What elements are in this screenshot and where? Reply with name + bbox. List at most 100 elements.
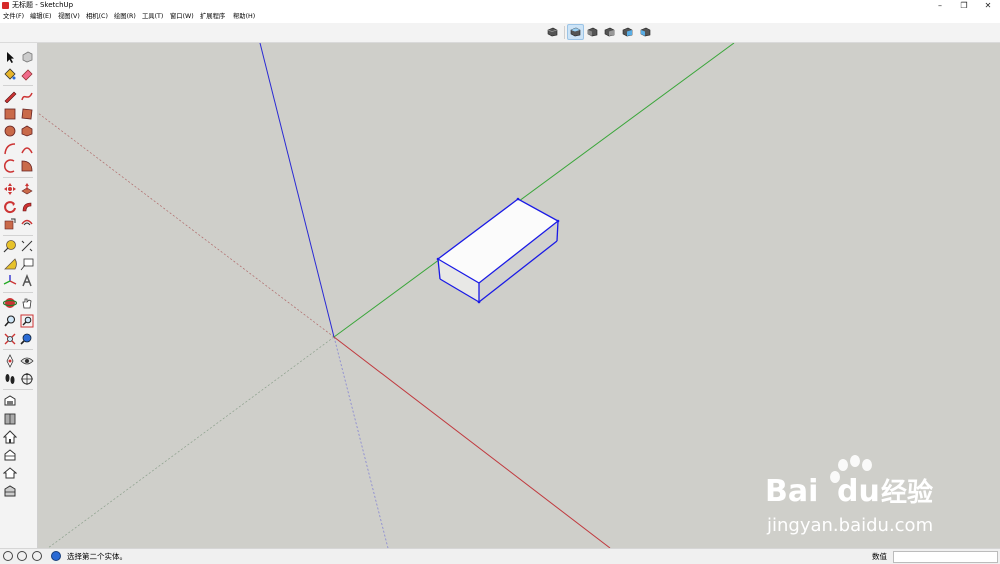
three-point-arc-icon xyxy=(4,159,15,173)
three-point-arc-tool[interactable] xyxy=(3,159,17,173)
protractor-tool[interactable] xyxy=(3,257,17,271)
polygon-tool[interactable] xyxy=(20,124,34,138)
offset-tool[interactable] xyxy=(20,217,34,231)
sandbox-tool[interactable] xyxy=(3,466,17,480)
red-axis xyxy=(333,336,611,548)
measurements-input[interactable] xyxy=(893,551,998,563)
top-view-button[interactable] xyxy=(567,24,584,40)
tape-measure-icon xyxy=(3,240,16,253)
credits-icon[interactable] xyxy=(17,551,27,561)
move-tool[interactable] xyxy=(3,182,17,196)
layer-out-icon xyxy=(4,485,16,497)
help-info-icon[interactable] xyxy=(51,551,61,561)
menu-draw[interactable]: 绘图(R) xyxy=(114,12,136,22)
dimension-tool[interactable] xyxy=(20,239,34,253)
pie-icon xyxy=(21,160,33,172)
menu-help[interactable]: 帮助(H) xyxy=(233,12,255,22)
iso-view-button[interactable] xyxy=(545,25,560,39)
rotated-rectangle-tool[interactable] xyxy=(20,107,34,121)
menu-extensions[interactable]: 扩展程序 xyxy=(200,12,225,22)
push-pull-tool[interactable] xyxy=(20,182,34,196)
pan-tool[interactable] xyxy=(20,296,34,310)
axes-tool[interactable] xyxy=(3,274,17,288)
green-axis xyxy=(333,43,735,338)
component-upload-tool[interactable] xyxy=(3,448,17,462)
freehand-icon xyxy=(21,92,33,101)
back-view-button[interactable] xyxy=(620,25,635,39)
rectangle-tool[interactable] xyxy=(3,107,17,121)
user-account-icon[interactable] xyxy=(32,551,42,561)
tape-measure-tool[interactable] xyxy=(3,239,17,253)
layer-out-tool[interactable] xyxy=(3,484,17,498)
magnifier-icon xyxy=(4,315,16,327)
selected-box[interactable] xyxy=(436,197,560,304)
views-toolbar xyxy=(0,23,1000,43)
text-tool[interactable] xyxy=(20,257,34,271)
zoom-window-icon xyxy=(20,314,34,328)
scale-tool[interactable] xyxy=(3,217,17,231)
eraser-tool[interactable] xyxy=(20,67,34,81)
red-axis-negative xyxy=(38,112,335,338)
menu-file[interactable]: 文件(F) xyxy=(3,12,24,22)
arc-icon xyxy=(4,143,16,155)
palette-separator xyxy=(3,349,33,350)
blue-axis xyxy=(259,43,335,338)
paint-bucket-tool[interactable] xyxy=(3,67,17,81)
circle-tool[interactable] xyxy=(3,124,17,138)
front-view-button[interactable] xyxy=(585,25,600,39)
close-button[interactable]: ✕ xyxy=(976,0,1000,11)
3d-text-tool[interactable] xyxy=(20,274,34,288)
freehand-tool[interactable] xyxy=(20,89,34,103)
position-camera-tool[interactable] xyxy=(3,354,17,368)
select-tool[interactable] xyxy=(3,50,17,64)
extension-warehouse-tool[interactable] xyxy=(3,412,17,426)
zoom-tool[interactable] xyxy=(3,314,17,328)
component-tool[interactable] xyxy=(20,50,34,64)
sandbox-icon xyxy=(3,467,17,479)
arrow-cursor-icon xyxy=(7,52,14,63)
restore-button[interactable]: ❐ xyxy=(952,0,976,11)
warehouse-tool[interactable] xyxy=(3,394,17,408)
rotate-tool[interactable] xyxy=(3,200,17,214)
paint-bucket-icon xyxy=(4,68,16,80)
circle-icon xyxy=(4,125,16,137)
left-view-button[interactable] xyxy=(638,25,653,39)
move-icon xyxy=(4,183,16,195)
status-message: 选择第二个实体。 xyxy=(67,552,127,561)
text-label-icon xyxy=(20,258,34,271)
right-view-icon xyxy=(604,27,615,37)
zoom-window-tool[interactable] xyxy=(20,314,34,328)
arc-tool[interactable] xyxy=(3,142,17,156)
walk-tool[interactable] xyxy=(3,372,17,386)
menu-camera[interactable]: 相机(C) xyxy=(86,12,108,22)
polygon-icon xyxy=(21,125,33,137)
previous-view-tool[interactable] xyxy=(20,332,34,346)
geo-location-icon[interactable] xyxy=(3,551,13,561)
follow-me-tool[interactable] xyxy=(20,200,34,214)
two-point-arc-tool[interactable] xyxy=(20,142,34,156)
section-plane-tool[interactable] xyxy=(20,372,34,386)
zoom-extents-tool[interactable] xyxy=(3,332,17,346)
pie-tool[interactable] xyxy=(20,159,34,173)
pencil-icon xyxy=(4,91,17,103)
house-tool[interactable] xyxy=(3,430,17,444)
palette-separator xyxy=(3,85,33,86)
look-around-tool[interactable] xyxy=(20,354,34,368)
hand-icon xyxy=(22,298,32,309)
menu-window[interactable]: 窗口(W) xyxy=(170,12,194,22)
watermark-url: jingyan.baidu.com xyxy=(767,515,934,536)
house-icon xyxy=(3,430,17,444)
minimize-button[interactable]: – xyxy=(928,0,952,11)
zoom-extents-icon xyxy=(4,333,16,345)
menu-tools[interactable]: 工具(T) xyxy=(142,12,163,22)
eraser-icon xyxy=(21,69,33,81)
previous-view-icon xyxy=(20,333,32,345)
menu-edit[interactable]: 编辑(E) xyxy=(30,12,52,22)
line-tool[interactable] xyxy=(3,89,17,103)
menu-view[interactable]: 视图(V) xyxy=(58,12,80,22)
two-point-arc-icon xyxy=(21,147,33,154)
scale-icon xyxy=(4,218,16,230)
upload-icon xyxy=(4,449,16,461)
right-view-button[interactable] xyxy=(602,25,617,39)
orbit-tool[interactable] xyxy=(3,296,17,310)
